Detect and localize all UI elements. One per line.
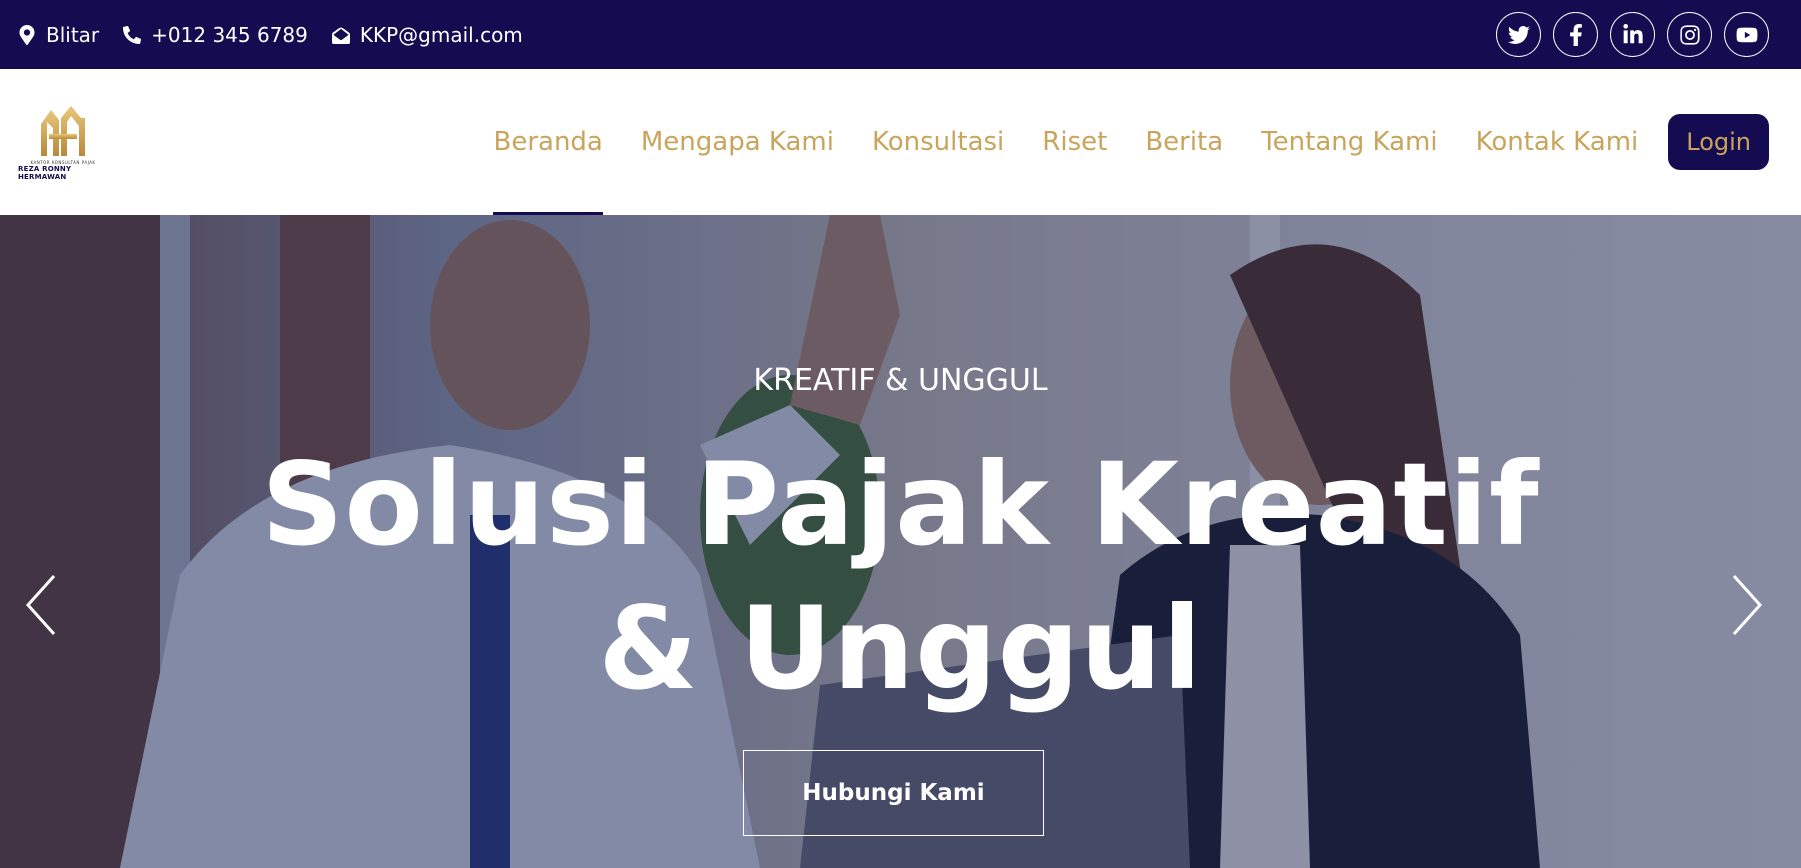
chevron-left-icon <box>25 574 56 636</box>
hero-subtitle: KREATIF & UNGGUL <box>753 363 1048 398</box>
carousel-prev-button[interactable] <box>22 570 62 640</box>
instagram-icon <box>1679 24 1701 46</box>
nav-item-kontak-kami[interactable]: Kontak Kami <box>1476 69 1639 215</box>
location-item: Blitar <box>18 23 99 47</box>
top-bar: Blitar +012 345 6789 KKP@gmail.com <box>0 0 1801 69</box>
youtube-button[interactable] <box>1724 12 1769 57</box>
phone-item[interactable]: +012 345 6789 <box>123 23 308 47</box>
brand-logo[interactable]: KANTOR KONSULTAN PAJAK REZA RONNY HERMAW… <box>18 102 108 182</box>
contact-info: Blitar +012 345 6789 KKP@gmail.com <box>18 23 523 47</box>
linkedin-icon <box>1622 23 1644 46</box>
linkedin-button[interactable] <box>1610 12 1655 57</box>
nav-item-riset[interactable]: Riset <box>1042 69 1107 215</box>
nav-item-tentang-kami[interactable]: Tentang Kami <box>1261 69 1437 215</box>
instagram-button[interactable] <box>1667 12 1712 57</box>
nav-item-mengapa-kami[interactable]: Mengapa Kami <box>641 69 834 215</box>
nav-item-berita[interactable]: Berita <box>1145 69 1223 215</box>
twitter-button[interactable] <box>1496 12 1541 57</box>
phone-text: +012 345 6789 <box>151 22 308 47</box>
chevron-right-icon <box>1732 574 1763 636</box>
social-links <box>1496 12 1769 57</box>
location-text: Blitar <box>46 22 100 47</box>
main-navbar: KANTOR KONSULTAN PAJAK REZA RONNY HERMAW… <box>0 69 1801 215</box>
nav-menu: Beranda Mengapa Kami Konsultasi Riset Be… <box>455 69 1769 215</box>
login-button[interactable]: Login <box>1668 114 1769 170</box>
hero-carousel: KREATIF & UNGGUL Solusi Pajak Kreatif & … <box>0 215 1801 868</box>
logo-mark-icon <box>41 106 85 156</box>
facebook-icon <box>1565 23 1587 46</box>
nav-item-konsultasi[interactable]: Konsultasi <box>872 69 1004 215</box>
envelope-open-icon <box>331 25 350 45</box>
email-text: KKP@gmail.com <box>359 22 523 47</box>
youtube-icon <box>1736 24 1758 46</box>
phone-icon <box>123 25 142 45</box>
contact-us-button[interactable]: Hubungi Kami <box>743 750 1044 836</box>
carousel-next-button[interactable] <box>1726 570 1766 640</box>
twitter-icon <box>1507 24 1530 46</box>
map-pin-icon <box>18 24 36 45</box>
hero-title: Solusi Pajak Kreatif & Unggul <box>261 438 1540 715</box>
logo-name: REZA RONNY HERMAWAN <box>18 165 72 181</box>
facebook-button[interactable] <box>1553 12 1598 57</box>
email-item[interactable]: KKP@gmail.com <box>331 22 523 47</box>
nav-item-beranda[interactable]: Beranda <box>493 69 604 215</box>
